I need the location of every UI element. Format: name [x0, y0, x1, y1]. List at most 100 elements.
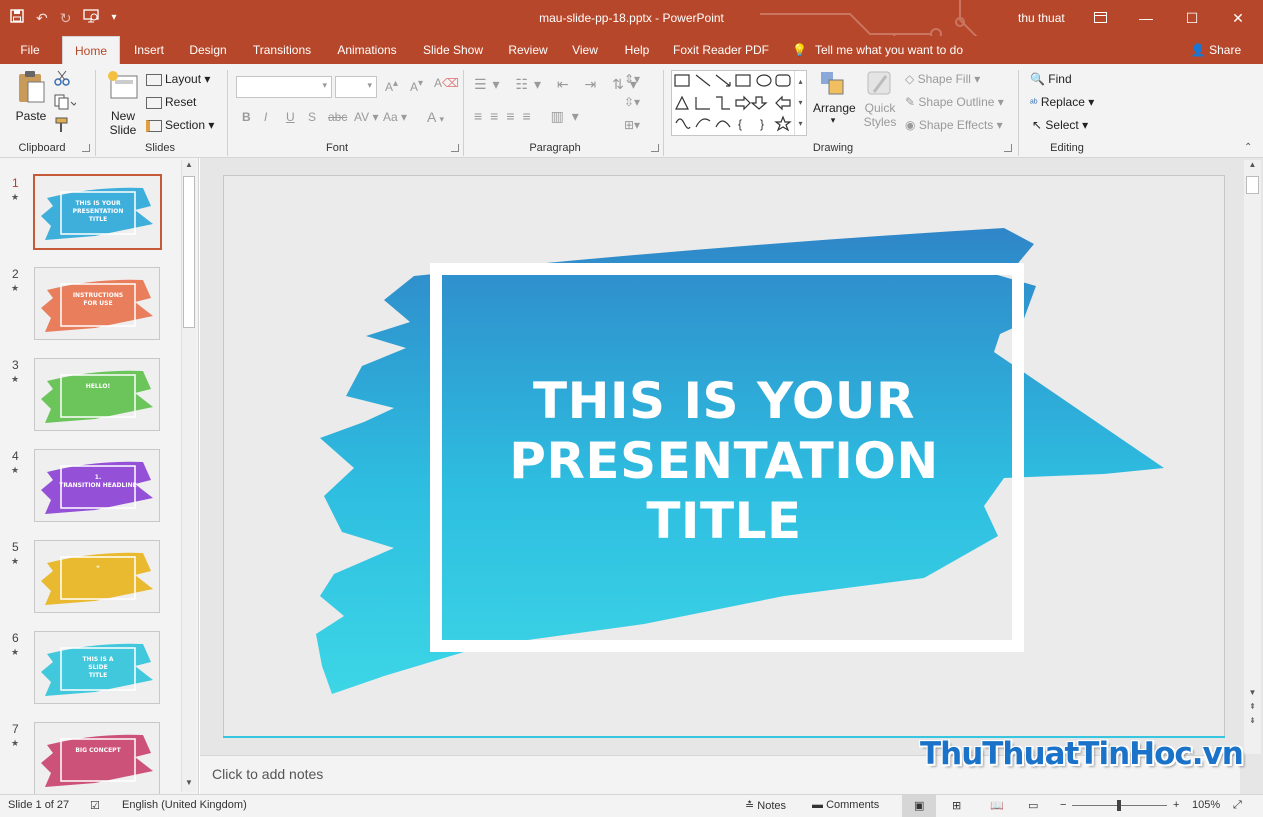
tab-insert[interactable]: Insert: [128, 36, 170, 64]
tab-file[interactable]: File: [12, 36, 48, 64]
font-name-dropdown[interactable]: ▾: [236, 76, 332, 98]
format-painter-icon[interactable]: [54, 117, 70, 136]
section-icon: [146, 119, 162, 132]
drawing-group-label: Drawing: [812, 142, 854, 154]
paragraph-launcher-icon[interactable]: [651, 144, 659, 152]
zoom-out-icon[interactable]: −: [1060, 799, 1066, 811]
slide-show-view-icon[interactable]: ▭: [1028, 799, 1038, 812]
tab-foxit-reader-pdf[interactable]: Foxit Reader PDF: [670, 36, 772, 64]
scroll-down-icon[interactable]: ▼: [182, 778, 196, 792]
minimize-icon[interactable]: —: [1123, 0, 1169, 36]
share-button[interactable]: 👤 Share: [1186, 36, 1246, 64]
animation-star-icon: ★: [11, 374, 20, 384]
cut-icon[interactable]: [54, 70, 70, 89]
reset-button[interactable]: Reset: [146, 95, 196, 109]
scroll-thumb[interactable]: [1246, 176, 1259, 194]
drawing-launcher-icon[interactable]: [1004, 144, 1012, 152]
gallery-scroll-icon[interactable]: ▴ ▾ ▾: [794, 71, 806, 135]
copy-icon[interactable]: [54, 94, 78, 113]
zoom-in-icon[interactable]: +: [1173, 799, 1179, 811]
bold-button[interactable]: B: [242, 110, 251, 124]
slide-sorter-icon[interactable]: ⊞: [952, 799, 961, 812]
font-size-dropdown[interactable]: ▾: [335, 76, 377, 98]
slide-thumbnail-3[interactable]: HELLO!: [34, 358, 160, 431]
list-buttons-row[interactable]: ☰▾ ☷▾ ⇤ ⇥ ⇅▾: [474, 76, 643, 93]
thumbnail-scrollbar[interactable]: ▲ ▼: [181, 160, 196, 792]
scroll-thumb[interactable]: [183, 176, 195, 328]
new-slide-button[interactable]: New Slide: [104, 70, 142, 137]
strikethrough-button[interactable]: abc: [328, 110, 347, 124]
comments-button[interactable]: ▬ Comments: [812, 799, 879, 811]
slide-title-line-3: TITLE: [646, 492, 802, 550]
maximize-icon[interactable]: ☐: [1169, 0, 1215, 36]
collapse-ribbon-icon[interactable]: ⌃: [1244, 142, 1252, 153]
tab-animations[interactable]: Animations: [330, 36, 404, 64]
slide-thumbnail-1[interactable]: THIS IS YOUR PRESENTATION TITLE: [33, 174, 162, 250]
align-text-icon[interactable]: ⇳▾: [624, 95, 640, 109]
smartart-icon[interactable]: ⊞▾: [624, 118, 640, 132]
change-case-label: Aa: [383, 110, 398, 124]
text-direction-icon[interactable]: ⇕▾: [624, 72, 640, 86]
replace-button[interactable]: ᵃᵇ Replace ▾: [1030, 95, 1094, 109]
thumbnail-number: 3: [12, 358, 19, 372]
decrease-font-icon[interactable]: A▾: [410, 78, 423, 94]
close-icon[interactable]: ✕: [1215, 0, 1261, 36]
clipboard-launcher-icon[interactable]: [82, 144, 90, 152]
paste-button[interactable]: Paste: [14, 70, 48, 136]
arrange-icon: [821, 72, 844, 95]
tab-slide-show[interactable]: Slide Show: [418, 36, 488, 64]
change-case-button[interactable]: Aa ▾: [383, 110, 407, 124]
slide-scrollbar[interactable]: ▲ ▼ ⇞ ⇟: [1244, 160, 1261, 754]
find-button[interactable]: 🔍 Find: [1030, 72, 1072, 86]
shapes-gallery[interactable]: {} ▴ ▾ ▾: [671, 70, 807, 136]
font-color-button[interactable]: A ▾: [427, 109, 444, 125]
normal-view-button[interactable]: ▣: [902, 795, 936, 817]
align-buttons-row[interactable]: ≡≡≡≡ ▥▾: [474, 108, 587, 125]
previous-slide-icon[interactable]: ⇞: [1244, 702, 1261, 714]
tab-view[interactable]: View: [566, 36, 604, 64]
notes-button[interactable]: ≛ Notes: [745, 799, 786, 812]
shape-outline-button[interactable]: ✎ Shape Outline ▾: [905, 95, 1004, 109]
underline-button[interactable]: U: [286, 110, 295, 124]
quick-styles-button[interactable]: Quick Styles: [860, 70, 900, 129]
slide-thumbnail-2[interactable]: INSTRUCTIONS FOR USE: [34, 267, 160, 340]
scroll-up-icon[interactable]: ▲: [1244, 160, 1261, 174]
zoom-level[interactable]: 105%: [1192, 799, 1220, 811]
clear-formatting-icon[interactable]: A⌫: [434, 76, 459, 90]
layout-button[interactable]: Layout ▾: [146, 72, 210, 86]
slide-thumbnail-5[interactable]: “: [34, 540, 160, 613]
slide-title[interactable]: THIS IS YOUR PRESENTATION TITLE: [224, 371, 1224, 551]
fit-slide-icon[interactable]: ⤢: [1233, 799, 1242, 812]
slide-thumbnail-6[interactable]: THIS IS A SLIDE TITLE: [34, 631, 160, 704]
ribbon-display-options-icon[interactable]: [1077, 0, 1123, 36]
tab-design[interactable]: Design: [184, 36, 232, 64]
current-slide[interactable]: THIS IS YOUR PRESENTATION TITLE: [223, 175, 1225, 738]
italic-button[interactable]: I: [264, 110, 267, 124]
tab-help[interactable]: Help: [619, 36, 655, 64]
select-label: Select: [1045, 118, 1079, 132]
increase-font-icon[interactable]: A▴: [385, 78, 398, 94]
user-name[interactable]: thu thuat: [1018, 0, 1065, 36]
scroll-down-icon[interactable]: ▼: [1244, 688, 1261, 700]
section-button[interactable]: Section ▾: [146, 118, 214, 132]
slide-thumbnail-7[interactable]: BIG CONCEPT: [34, 722, 160, 795]
tab-transitions[interactable]: Transitions: [247, 36, 317, 64]
next-slide-icon[interactable]: ⇟: [1244, 716, 1261, 728]
slide-thumbnail-4[interactable]: 1. TRANSITION HEADLINE: [34, 449, 160, 522]
tab-review[interactable]: Review: [502, 36, 554, 64]
text-shadow-button[interactable]: S: [308, 110, 316, 124]
reading-view-icon[interactable]: 📖: [990, 799, 1004, 812]
arrange-button[interactable]: Arrange ▾: [813, 70, 856, 126]
tell-me-search[interactable]: 💡 Tell me what you want to do: [792, 36, 982, 64]
scroll-up-icon[interactable]: ▲: [182, 160, 196, 174]
font-launcher-icon[interactable]: [451, 144, 459, 152]
font-group-label: Font: [325, 142, 348, 154]
zoom-slider-thumb[interactable]: [1117, 800, 1121, 811]
character-spacing-button[interactable]: AV ▾: [354, 110, 378, 124]
shape-fill-button[interactable]: ◇ Shape Fill ▾: [905, 72, 980, 86]
tab-home[interactable]: Home: [62, 36, 120, 64]
shape-effects-button[interactable]: ◉ Shape Effects ▾: [905, 118, 1003, 132]
language-indicator[interactable]: English (United Kingdom): [122, 799, 247, 811]
spell-check-icon[interactable]: ☑: [90, 799, 100, 812]
select-button[interactable]: ↖ Select ▾: [1032, 118, 1088, 132]
